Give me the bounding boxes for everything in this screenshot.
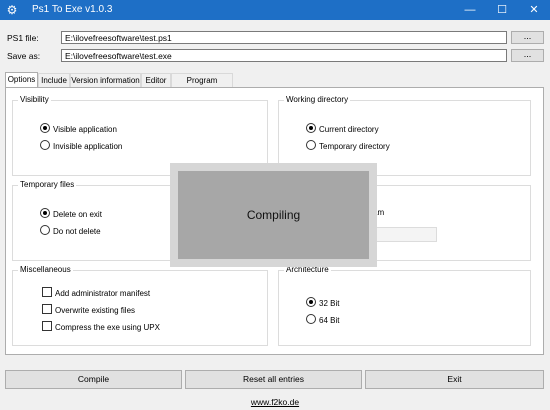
architecture-group: Architecture 32 Bit 64 Bit: [278, 265, 531, 346]
tab-options[interactable]: Options: [5, 72, 38, 88]
64-bit-label: 64 Bit: [319, 316, 340, 325]
radio-icon: [306, 314, 316, 324]
ps1-file-label: PS1 file:: [7, 33, 39, 43]
save-as-input[interactable]: E:\ilovefreesoftware\test.exe: [61, 49, 507, 62]
checkbox-icon: [42, 287, 52, 297]
tab-version-information[interactable]: Version information: [70, 73, 141, 87]
window-title: Ps1 To Exe v1.0.3: [32, 4, 113, 15]
save-as-label: Save as:: [7, 51, 41, 61]
ps1-file-input[interactable]: E:\ilovefreesoftware\test.ps1: [61, 31, 507, 44]
temporary-files-title: Temporary files: [18, 180, 77, 189]
delete-on-exit-radio[interactable]: Delete on exit: [40, 208, 102, 219]
invisible-application-radio[interactable]: Invisible application: [40, 140, 122, 151]
radio-selected-icon: [306, 297, 316, 307]
minimize-button[interactable]: —: [454, 0, 486, 20]
64-bit-radio[interactable]: 64 Bit: [306, 314, 339, 325]
miscellaneous-group: Miscellaneous Add administrator manifest…: [12, 265, 268, 346]
temporary-directory-label: Temporary directory: [319, 142, 390, 151]
miscellaneous-title: Miscellaneous: [18, 265, 73, 274]
program-input-disabled: [373, 227, 437, 242]
tab-editor[interactable]: Editor: [141, 73, 171, 87]
current-directory-radio[interactable]: Current directory: [306, 123, 379, 134]
radio-icon: [40, 140, 50, 150]
invisible-application-label: Invisible application: [53, 142, 123, 151]
compiling-overlay: Compiling: [170, 163, 377, 267]
temporary-directory-radio[interactable]: Temporary directory: [306, 140, 390, 151]
save-browse-button[interactable]: ...: [511, 49, 544, 62]
radio-selected-icon: [40, 208, 50, 218]
checkbox-icon: [42, 304, 52, 314]
do-not-delete-radio[interactable]: Do not delete: [40, 225, 101, 236]
radio-selected-icon: [40, 123, 50, 133]
radio-icon: [306, 140, 316, 150]
maximize-button[interactable]: ☐: [486, 0, 518, 20]
add-admin-manifest-checkbox[interactable]: Add administrator manifest: [42, 287, 150, 298]
exit-button[interactable]: Exit: [365, 370, 544, 389]
do-not-delete-label: Do not delete: [53, 227, 101, 236]
radio-icon: [40, 225, 50, 235]
32-bit-radio[interactable]: 32 Bit: [306, 297, 339, 308]
overwrite-files-checkbox[interactable]: Overwrite existing files: [42, 304, 135, 315]
delete-on-exit-label: Delete on exit: [53, 210, 102, 219]
title-bar: ⚙ Ps1 To Exe v1.0.3 — ☐ ✕: [0, 0, 550, 20]
add-admin-manifest-label: Add administrator manifest: [55, 289, 151, 298]
tab-include[interactable]: Include: [38, 73, 70, 87]
ps1-browse-button[interactable]: ...: [511, 31, 544, 44]
reset-all-button[interactable]: Reset all entries: [185, 370, 362, 389]
visibility-title: Visibility: [18, 95, 51, 104]
gear-icon: ⚙: [6, 3, 18, 17]
compile-button[interactable]: Compile: [5, 370, 182, 389]
current-directory-label: Current directory: [319, 125, 379, 134]
radio-selected-icon: [306, 123, 316, 133]
checkbox-icon: [42, 321, 52, 331]
visible-application-label: Visible application: [53, 125, 117, 134]
compiling-text: Compiling: [178, 171, 369, 259]
overwrite-files-label: Overwrite existing files: [55, 306, 136, 315]
compress-upx-label: Compress the exe using UPX: [55, 323, 160, 332]
visible-application-radio[interactable]: Visible application: [40, 123, 117, 134]
32-bit-label: 32 Bit: [319, 299, 340, 308]
working-directory-title: Working directory: [284, 95, 351, 104]
tab-program-settings[interactable]: Program settings: [171, 73, 233, 99]
website-link[interactable]: www.f2ko.de: [0, 397, 550, 407]
close-button[interactable]: ✕: [518, 0, 550, 20]
compress-upx-checkbox[interactable]: Compress the exe using UPX: [42, 321, 160, 332]
